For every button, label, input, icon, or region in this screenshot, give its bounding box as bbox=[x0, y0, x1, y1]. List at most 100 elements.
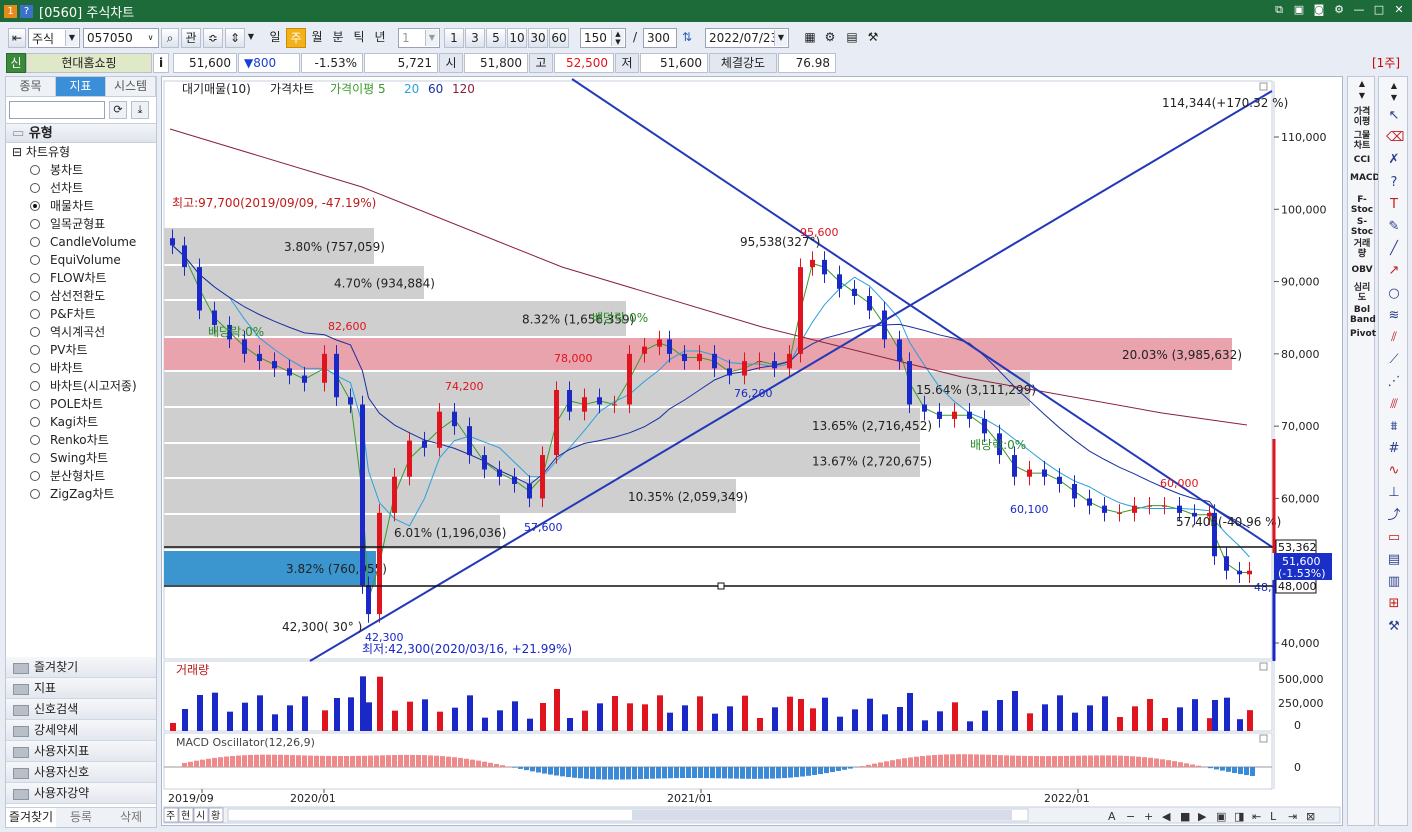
chevron-down-icon[interactable]: ∨ bbox=[144, 30, 157, 46]
tab-system[interactable]: 시스템 bbox=[106, 77, 156, 97]
radio-button[interactable] bbox=[30, 381, 40, 391]
radio-button[interactable] bbox=[30, 255, 40, 265]
layout-icon[interactable]: ▦ bbox=[801, 28, 819, 48]
ray-icon[interactable]: ↗ bbox=[1386, 264, 1402, 278]
cycle-icon[interactable]: ⩩ bbox=[1386, 419, 1402, 434]
chart-type-option[interactable]: Kagi차트 bbox=[6, 413, 156, 431]
radio-button[interactable] bbox=[30, 237, 40, 247]
download-icon[interactable]: ⤓ bbox=[131, 101, 149, 119]
indicator-shortcut[interactable]: 거래량 bbox=[1350, 239, 1374, 259]
delete-all-icon[interactable]: ✗ bbox=[1386, 153, 1402, 167]
tools-icon[interactable]: ⚒ bbox=[864, 28, 882, 48]
channel-icon[interactable]: ⫽ bbox=[1386, 331, 1402, 345]
radio-button[interactable] bbox=[30, 201, 40, 211]
scroll-control-icon[interactable]: ▣ bbox=[1216, 810, 1226, 823]
group-favorites[interactable]: 즐겨찾기 bbox=[6, 657, 156, 678]
indicator-shortcut[interactable]: Bol Band bbox=[1350, 305, 1376, 325]
circle-icon[interactable]: ○ bbox=[1386, 286, 1402, 301]
strip-scroll-up-icon[interactable]: ▲ bbox=[1350, 79, 1374, 89]
wave-icon[interactable]: ∿ bbox=[1386, 464, 1402, 478]
unit-select[interactable]: 1 ▼ bbox=[398, 28, 440, 48]
scroll-control-icon[interactable]: + bbox=[1144, 810, 1153, 823]
radio-button[interactable] bbox=[30, 327, 40, 337]
favorites-button[interactable]: 즐겨찾기 bbox=[6, 807, 56, 827]
market-select[interactable]: 주식 ▼ bbox=[28, 28, 80, 48]
unit-1-button[interactable]: 1 bbox=[444, 28, 464, 48]
indicator-shortcut[interactable]: OBV bbox=[1350, 265, 1374, 275]
grid-icon[interactable]: # bbox=[1386, 442, 1402, 456]
maximize-icon[interactable]: □ bbox=[1372, 3, 1386, 17]
count-stepper[interactable]: 150 ▲ ▼ bbox=[580, 28, 626, 48]
parallel-icon[interactable]: ⫻ bbox=[1386, 397, 1402, 412]
indicator-shortcut[interactable]: MACD bbox=[1350, 173, 1380, 183]
chart-type-option[interactable]: Swing차트 bbox=[6, 449, 156, 467]
radio-button[interactable] bbox=[30, 489, 40, 499]
chart-area[interactable]: 3.80% (757,059) 4.70% (934,884) 8.32% (1,6… bbox=[161, 76, 1343, 826]
help-badge[interactable]: ? bbox=[20, 4, 33, 18]
chart-type-option[interactable]: CandleVolume bbox=[6, 233, 156, 251]
line-icon[interactable]: ╱ bbox=[1386, 242, 1402, 256]
group-user-signals[interactable]: 사용자신호 bbox=[6, 762, 156, 783]
auto-trend-icon[interactable]: ⤴ bbox=[1386, 508, 1402, 523]
chart-type-option[interactable]: FLOW차트 bbox=[6, 269, 156, 287]
radio-button[interactable] bbox=[30, 471, 40, 481]
prev-stock-icon[interactable]: ⇤ bbox=[8, 28, 26, 48]
scroll-control-icon[interactable]: − bbox=[1126, 810, 1135, 823]
tab-indicators[interactable]: 지표 bbox=[56, 77, 106, 97]
radio-button[interactable] bbox=[30, 273, 40, 283]
chart-type-option[interactable]: ZigZag차트 bbox=[6, 485, 156, 503]
group-user-indicators[interactable]: 사용자지표 bbox=[6, 741, 156, 762]
chart-canvas[interactable]: 3.80% (757,059)4.70% (934,884)8.32% (1,6… bbox=[162, 77, 1342, 825]
indicator-shortcut[interactable]: 가격이평 bbox=[1350, 107, 1374, 127]
refresh-icon[interactable]: ⇅ bbox=[679, 28, 695, 48]
radio-button[interactable] bbox=[30, 417, 40, 427]
radio-button[interactable] bbox=[30, 183, 40, 193]
period-week-button[interactable]: 주 bbox=[286, 28, 306, 48]
scroll-control-icon[interactable]: ■ bbox=[1180, 810, 1190, 823]
line-handle[interactable] bbox=[717, 582, 725, 590]
chart-type-option[interactable]: 바차트(시고저종) bbox=[6, 377, 156, 395]
scroll-control-icon[interactable]: ⊠ bbox=[1306, 810, 1315, 823]
radio-button[interactable] bbox=[30, 453, 40, 463]
scroll-control-icon[interactable]: A bbox=[1108, 810, 1116, 823]
chart-type-option[interactable]: 일목균형표 bbox=[6, 215, 156, 233]
scrollbar-thumb[interactable] bbox=[632, 810, 1012, 820]
radio-button[interactable] bbox=[30, 309, 40, 319]
cursor-icon[interactable]: ↖ bbox=[1386, 109, 1402, 123]
indicator-shortcut[interactable]: F-Stoc bbox=[1350, 195, 1374, 215]
chart-type-option[interactable]: EquiVolume bbox=[6, 251, 156, 269]
chart-type-option[interactable]: PV차트 bbox=[6, 341, 156, 359]
total-input[interactable]: 300 bbox=[643, 28, 677, 48]
minimize-icon[interactable]: — bbox=[1352, 3, 1366, 17]
search-icon[interactable]: ⌕ bbox=[161, 28, 179, 48]
indicator-search-input[interactable] bbox=[9, 101, 105, 119]
period-day-button[interactable]: 일 bbox=[265, 28, 285, 48]
unit-10-button[interactable]: 10 bbox=[507, 28, 527, 48]
indicator-shortcut[interactable]: Pivot bbox=[1350, 329, 1376, 339]
gann-icon[interactable]: ⟋ bbox=[1386, 353, 1402, 367]
radio-button[interactable] bbox=[30, 291, 40, 301]
chart-icon[interactable]: ▥ bbox=[1386, 575, 1402, 589]
window-number-badge[interactable]: 1 bbox=[4, 4, 17, 18]
chart-type-option[interactable]: Renko차트 bbox=[6, 431, 156, 449]
panel-close-icon[interactable] bbox=[1259, 734, 1268, 743]
indicator-shortcut[interactable]: 그물차트 bbox=[1350, 131, 1374, 151]
save-icon[interactable]: ▣ bbox=[1292, 3, 1306, 17]
tree-chart-types[interactable]: ⊟ 차트유형 bbox=[6, 143, 156, 161]
date-picker[interactable]: 2022/07/23 ▼ bbox=[705, 28, 789, 48]
strip-scroll-down-icon[interactable]: ▼ bbox=[1350, 91, 1374, 101]
chart-type-option[interactable]: 매물차트 bbox=[6, 197, 156, 215]
unit-3-button[interactable]: 3 bbox=[465, 28, 485, 48]
chart-type-option[interactable]: 봉차트 bbox=[6, 161, 156, 179]
ruler-icon[interactable]: ⊥ bbox=[1386, 486, 1402, 500]
wrench-icon[interactable]: ⚒ bbox=[1386, 619, 1402, 634]
radio-button[interactable] bbox=[30, 399, 40, 409]
info-icon[interactable]: i bbox=[153, 53, 169, 73]
period-year-button[interactable]: 년 bbox=[370, 28, 390, 48]
pen-icon[interactable]: ✎ bbox=[1386, 220, 1402, 234]
gear-icon[interactable]: ⚙ bbox=[821, 28, 839, 48]
stock-code-input[interactable]: 057050 ∨ bbox=[83, 28, 159, 48]
chart-type-option[interactable]: 삼선전환도 bbox=[6, 287, 156, 305]
register-button[interactable]: 등록 bbox=[56, 807, 106, 827]
scroll-control-icon[interactable]: ◨ bbox=[1234, 810, 1244, 823]
